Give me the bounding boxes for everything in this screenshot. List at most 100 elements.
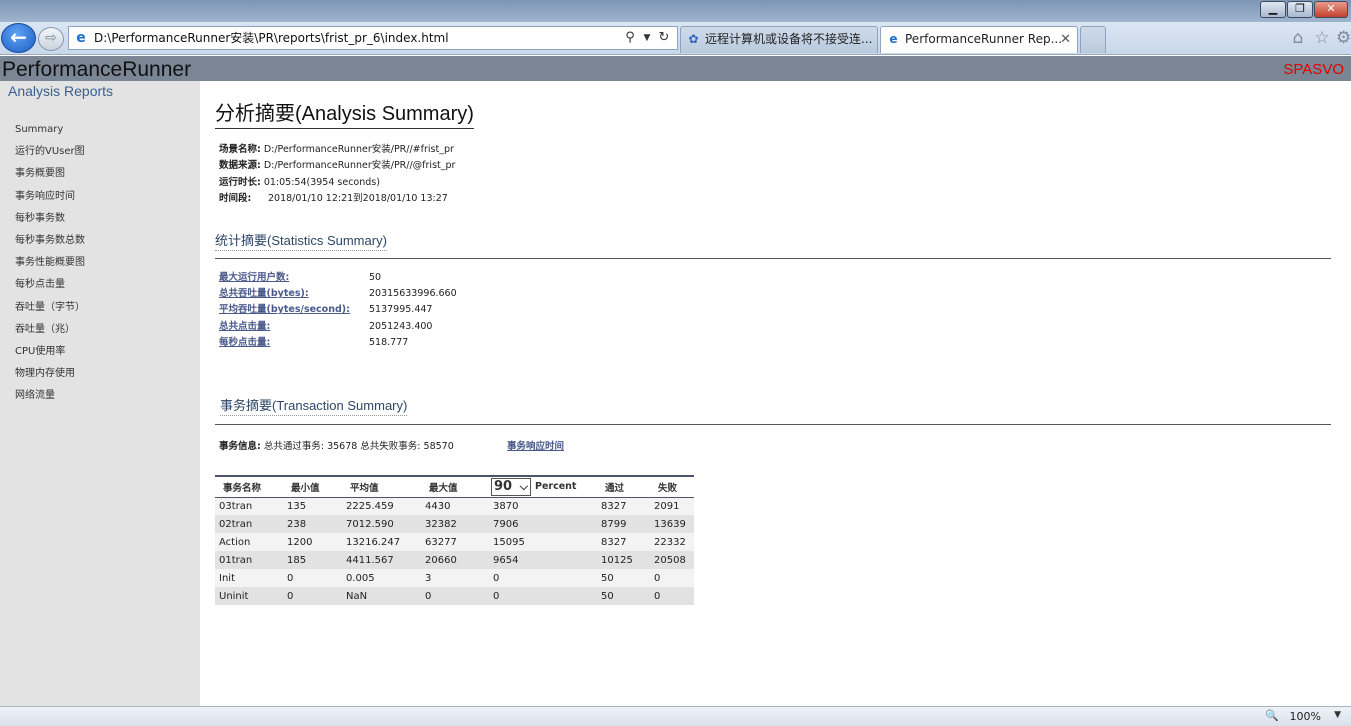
tab-label: 远程计算机或设备将不接受连...	[705, 32, 873, 46]
stat-row: 总共点击量: 2051243.400	[219, 319, 457, 335]
forward-button[interactable]: ⇨	[38, 27, 64, 51]
divider	[215, 258, 1331, 259]
stat-value: 5137995.447	[369, 304, 433, 316]
stat-label[interactable]: 平均吞吐量(bytes/second):	[219, 302, 369, 318]
sidebar-item-transaction-summary[interactable]: 事务概要图	[15, 167, 85, 189]
table-cell: 0	[283, 587, 342, 605]
table-cell: 9654	[489, 551, 597, 569]
ie-page-icon: e	[76, 30, 86, 46]
star-icon[interactable]: ☆	[1312, 28, 1332, 48]
stat-label[interactable]: 总共点击量:	[219, 319, 369, 335]
table-cell: Action	[215, 533, 283, 551]
status-bar: 🔍 100% ▼	[0, 706, 1351, 726]
stat-label[interactable]: 总共吞吐量(bytes):	[219, 286, 369, 302]
main-content: 分析摘要(Analysis Summary) 场景名称: D:/Performa…	[200, 81, 1351, 706]
column-header: 最小值	[283, 476, 342, 498]
arrow-left-icon: ←	[10, 25, 27, 49]
table-cell: 63277	[421, 533, 489, 551]
table-cell: 22332	[650, 533, 694, 551]
close-window-button[interactable]: ✕	[1314, 1, 1348, 18]
sidebar-item-transaction-performance[interactable]: 事务性能概要图	[15, 256, 85, 278]
table-cell: 1200	[283, 533, 342, 551]
close-tab-icon[interactable]: ✕	[1060, 27, 1071, 52]
info-row: 场景名称: D:/PerformanceRunner安装/PR//#frist_…	[219, 142, 455, 158]
statistics-summary-title: 统计摘要(Statistics Summary)	[215, 230, 387, 251]
transaction-info-label: 事务信息:	[219, 441, 261, 452]
stat-label[interactable]: 最大运行用户数:	[219, 270, 369, 286]
transaction-response-time-link[interactable]: 事务响应时间	[507, 438, 564, 452]
table-cell: 02tran	[215, 515, 283, 533]
table-cell: 2091	[650, 497, 694, 515]
info-label: 数据来源:	[219, 160, 261, 172]
scenario-info: 场景名称: D:/PerformanceRunner安装/PR//#frist_…	[219, 142, 455, 208]
ie-page-icon: e	[889, 32, 898, 46]
address-text[interactable]: D:\PerformanceRunner安装\PR\reports\frist_…	[94, 27, 449, 49]
table-row: 03tran 135 2225.459 4430 3870 8327 2091	[215, 497, 694, 515]
sidebar-item-transactions-per-second[interactable]: 每秒事务数	[15, 212, 85, 234]
chevron-down-icon[interactable]: ▼	[1334, 710, 1341, 720]
table-cell: 50	[597, 587, 650, 605]
table-cell: 4430	[421, 497, 489, 515]
table-cell: 13216.247	[342, 533, 421, 551]
home-icon[interactable]: ⌂	[1288, 28, 1308, 48]
stat-row: 最大运行用户数: 50	[219, 270, 457, 286]
statistics-list: 最大运行用户数: 50 总共吞吐量(bytes): 20315633996.660 …	[219, 270, 457, 351]
table-cell: 3	[421, 569, 489, 587]
info-label: 时间段:	[219, 193, 252, 205]
sidebar-item-memory-usage[interactable]: 物理内存使用	[15, 367, 85, 389]
sidebar-item-total-transactions-per-second[interactable]: 每秒事务数总数	[15, 234, 85, 256]
sidebar-subtitle: Analysis Reports	[8, 83, 114, 99]
column-header: 事务名称	[215, 476, 283, 498]
percentile-select[interactable]: 90 ⌵	[491, 477, 531, 496]
table-cell: NaN	[342, 587, 421, 605]
table-cell: 0	[489, 587, 597, 605]
table-cell: 0	[650, 569, 694, 587]
table-cell: 10125	[597, 551, 650, 569]
table-cell: 32382	[421, 515, 489, 533]
table-cell: 20660	[421, 551, 489, 569]
address-bar[interactable]: e D:\PerformanceRunner安装\PR\reports\fris…	[68, 26, 678, 50]
transaction-info-value: 总共通过事务: 35678 总共失败事务: 58570	[263, 441, 454, 452]
chevron-down-icon: ⌵	[519, 479, 528, 493]
sidebar: Analysis Reports Summary 运行的VUser图 事务概要图…	[0, 81, 200, 706]
sidebar-item-throughput-mb[interactable]: 吞吐量（兆）	[15, 323, 85, 345]
sidebar-item-transaction-response-time[interactable]: 事务响应时间	[15, 190, 85, 212]
chevron-down-icon[interactable]: ▼	[641, 29, 653, 47]
app-title: PerformanceRunner	[2, 58, 192, 81]
table-row: 02tran 238 7012.590 32382 7906 8799 13639	[215, 515, 694, 533]
sidebar-nav: Summary 运行的VUser图 事务概要图 事务响应时间 每秒事务数 每秒事…	[15, 123, 85, 411]
sidebar-item-summary[interactable]: Summary	[15, 123, 85, 145]
tab-performancerunner[interactable]: e PerformanceRunner Rep... ✕	[880, 26, 1078, 53]
transaction-summary-title: 事务摘要(Transaction Summary)	[220, 395, 408, 416]
table-cell: 4411.567	[342, 551, 421, 569]
table-cell: 15095	[489, 533, 597, 551]
gear-icon[interactable]: ⚙	[1336, 28, 1350, 48]
sidebar-item-throughput-bytes[interactable]: 吞吐量（字节）	[15, 301, 85, 323]
table-cell: 185	[283, 551, 342, 569]
stat-value: 2051243.400	[369, 320, 433, 332]
column-header: 平均值	[342, 476, 421, 498]
table-row: Init 0 0.005 3 0 50 0	[215, 569, 694, 587]
search-icon[interactable]: ⚲	[621, 29, 639, 47]
sidebar-item-cpu-usage[interactable]: CPU使用率	[15, 345, 85, 367]
table-row: Uninit 0 NaN 0 0 50 0	[215, 587, 694, 605]
table-cell: 238	[283, 515, 342, 533]
sidebar-item-running-vusers[interactable]: 运行的VUser图	[15, 145, 85, 167]
sidebar-item-hits-per-second[interactable]: 每秒点击量	[15, 278, 85, 300]
zoom-level[interactable]: 100%	[1290, 709, 1321, 725]
table-cell: 50	[597, 569, 650, 587]
tab-remote[interactable]: ✿ 远程计算机或设备将不接受连...	[680, 26, 878, 53]
back-button[interactable]: ←	[1, 23, 36, 53]
zoom-icon[interactable]: 🔍	[1265, 709, 1279, 722]
sidebar-item-network-traffic[interactable]: 网络流量	[15, 389, 85, 411]
minimize-button[interactable]: ▁	[1260, 1, 1286, 18]
refresh-icon[interactable]: ↻	[655, 29, 673, 47]
info-value: 01:05:54(3954 seconds)	[263, 176, 380, 188]
stat-label[interactable]: 每秒点击量:	[219, 335, 369, 351]
column-header: 最大值	[421, 476, 489, 498]
maximize-button[interactable]: ❐	[1287, 1, 1313, 18]
new-tab-button[interactable]	[1080, 26, 1106, 53]
transaction-info: 事务信息: 总共通过事务: 35678 总共失败事务: 58570	[219, 438, 454, 452]
browser-navbar: ← ⇨ e D:\PerformanceRunner安装\PR\reports\…	[0, 22, 1351, 55]
divider	[215, 424, 1331, 425]
